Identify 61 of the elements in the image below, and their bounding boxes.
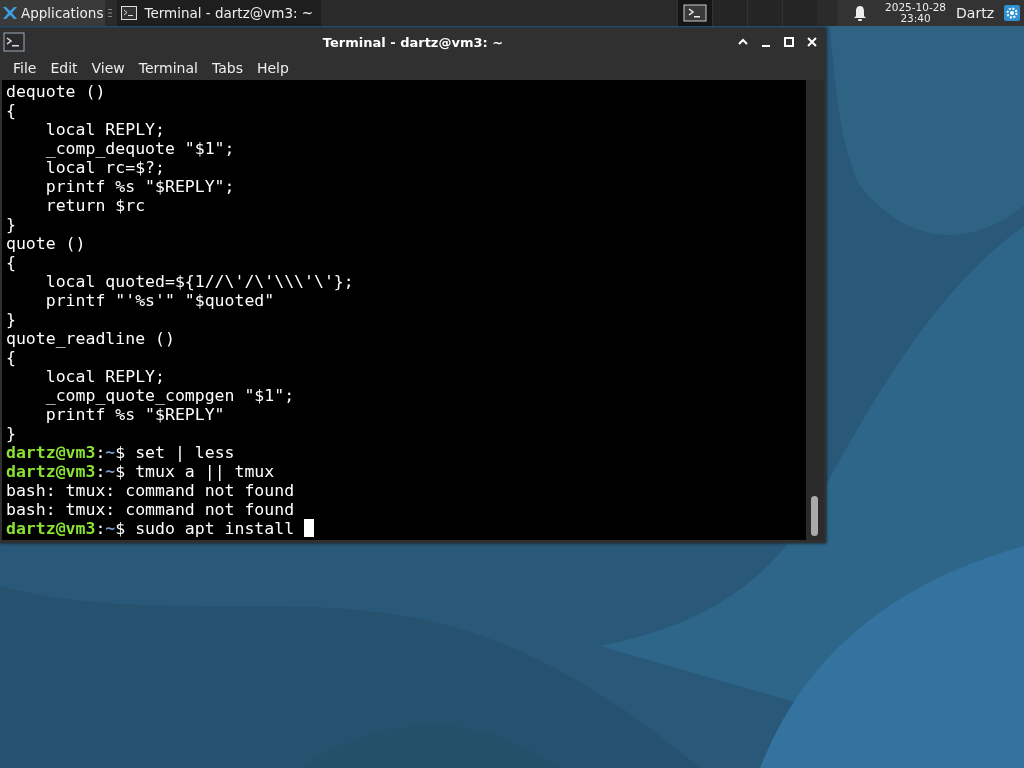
menu-item[interactable]: File [6, 60, 44, 76]
terminal-line: printf %s "$REPLY" [44, 405, 225, 424]
settings-icon[interactable] [1004, 5, 1020, 21]
maximize-button[interactable] [783, 36, 795, 48]
applications-menu[interactable]: Applications [0, 0, 106, 26]
menu-item[interactable]: View [84, 60, 132, 76]
terminal-line: { [6, 101, 16, 120]
prompt-sigil: $ [115, 519, 126, 538]
prompt-separator: : [95, 462, 106, 481]
terminal-line: { [6, 348, 16, 367]
prompt-user: dartz@vm3 [6, 519, 96, 538]
menu-item[interactable]: Terminal [131, 60, 205, 76]
menu-item[interactable]: Help [249, 60, 296, 76]
terminal-line: } [6, 310, 16, 329]
drag-handle-icon [108, 8, 113, 18]
terminal-line: bash: tmux: command not found [6, 500, 295, 519]
menu-item[interactable]: Tabs [204, 60, 250, 76]
scrollbar-thumb[interactable] [811, 496, 818, 536]
x-logo-icon [2, 5, 18, 21]
terminal-line: dequote () [6, 82, 106, 101]
terminal-line: } [6, 215, 16, 234]
terminal-line: return $rc [44, 196, 146, 215]
terminal-line: bash: tmux: command not found [6, 481, 295, 500]
terminal-icon [121, 5, 138, 21]
command-text: set | less [135, 443, 235, 462]
terminal-line: printf %s "$REPLY"; [44, 177, 235, 196]
terminal-line: printf "'%s'" "$quoted" [44, 291, 275, 310]
bell-icon[interactable] [853, 5, 867, 21]
terminal-line: _comp_dequote "$1"; [44, 139, 235, 158]
terminal-line: { [6, 253, 16, 272]
prompt-user: dartz@vm3 [6, 462, 96, 481]
menu-item[interactable]: Edit [43, 60, 85, 76]
prompt-separator: : [95, 519, 106, 538]
prompt-separator: : [95, 443, 106, 462]
prompt-path: ~ [105, 443, 116, 462]
terminal-line: local REPLY; [44, 120, 165, 139]
terminal-line: quote () [6, 234, 86, 253]
terminal-line: _comp_quote_compgen "$1"; [44, 386, 295, 405]
user-name[interactable]: Dartz [956, 5, 994, 21]
prompt-sigil: $ [115, 462, 126, 481]
terminal-icon [3, 32, 25, 52]
prompt-path: ~ [105, 462, 116, 481]
prompt-sigil: $ [115, 443, 126, 462]
close-button[interactable] [806, 36, 818, 48]
clock-date: 2025-10-28 [885, 2, 947, 13]
workspace-button[interactable] [677, 0, 712, 26]
terminal-icon [683, 4, 707, 22]
terminal-line: quote_readline () [6, 329, 175, 348]
terminal-line: local quoted=${1//\'/\'\\\'\'}; [44, 272, 354, 291]
terminal-line: local REPLY; [44, 367, 165, 386]
prompt-path: ~ [105, 519, 116, 538]
command-text: sudo apt install [135, 519, 295, 538]
taskbar-button[interactable]: Terminal - dartz@vm3: ~ [117, 0, 322, 26]
window-title: Terminal - dartz@vm3: ~ [322, 34, 504, 50]
terminal-line: } [6, 424, 16, 443]
terminal-line: local rc=$?; [44, 158, 165, 177]
clock-time: 23:40 [900, 13, 931, 24]
scrollbar[interactable] [806, 80, 824, 540]
clock[interactable]: 2025-10-28 23:40 [885, 2, 947, 24]
command-text: tmux a || tmux [135, 462, 275, 481]
prompt-user: dartz@vm3 [6, 443, 96, 462]
